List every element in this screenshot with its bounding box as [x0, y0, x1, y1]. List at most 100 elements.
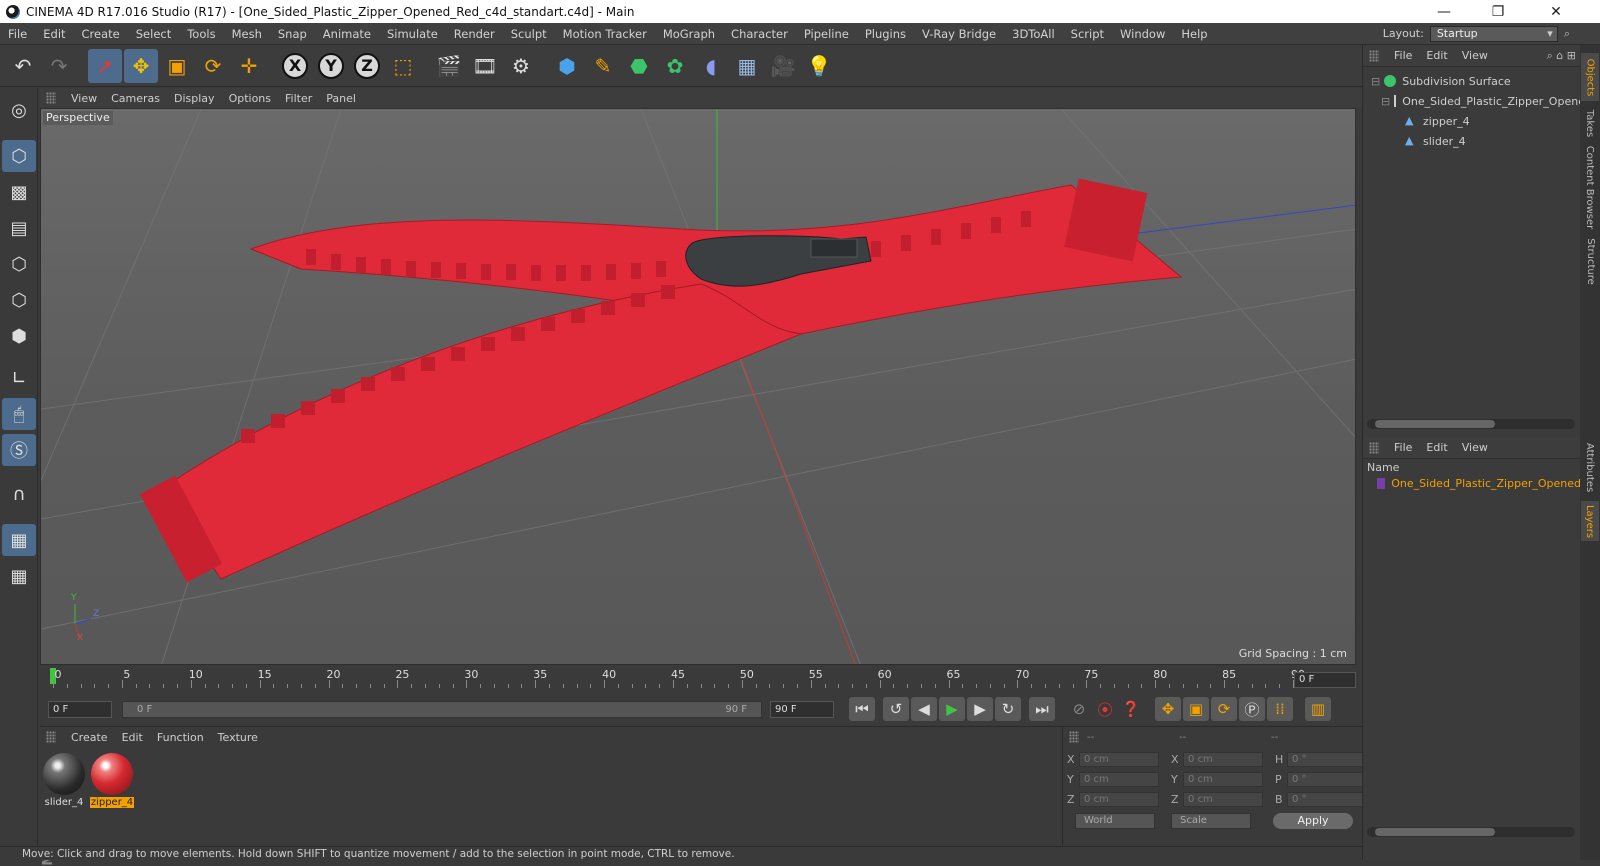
tab-objects[interactable]: Objects — [1581, 53, 1599, 101]
menu-character[interactable]: Character — [723, 23, 796, 45]
tab-structure[interactable]: Structure — [1581, 233, 1599, 289]
layers-menu-file[interactable]: File — [1387, 441, 1419, 454]
camera-label[interactable]: Perspective — [43, 111, 113, 125]
position-y-field[interactable]: 0 cm — [1079, 772, 1159, 787]
tweak-mode-icon[interactable]: 🖱 — [2, 398, 36, 430]
panel-grip-icon[interactable] — [1369, 49, 1379, 62]
rotation-h-field[interactable]: 0 ° — [1287, 752, 1367, 767]
layout-dropdown[interactable]: Startup — [1429, 25, 1558, 42]
objects-menu-file[interactable]: File — [1387, 49, 1419, 62]
object-row-zipper[interactable]: ▲ zipper_4 — [1363, 111, 1581, 131]
solo-mode-icon[interactable]: Ⓢ — [2, 434, 36, 466]
object-row-zipper-null[interactable]: ⊟ One_Sided_Plastic_Zipper_Opened — [1363, 91, 1592, 111]
panel-grip-icon[interactable] — [1369, 441, 1379, 454]
restore-icon[interactable]: ❐ — [1476, 0, 1520, 23]
range-slider-track[interactable]: 0 F 90 F — [122, 700, 762, 718]
go-to-end-icon[interactable]: ⏭ — [1029, 697, 1055, 721]
material-name[interactable]: slider_4 — [42, 797, 86, 808]
x-axis-lock-button[interactable]: X — [278, 49, 312, 83]
layers-menu-view[interactable]: View — [1455, 441, 1495, 454]
size-mode-dropdown[interactable]: Scale — [1171, 813, 1251, 829]
menu-snap[interactable]: Snap — [270, 23, 315, 45]
objects-menu-edit[interactable]: Edit — [1419, 49, 1454, 62]
tab-layers[interactable]: Layers — [1581, 501, 1599, 541]
redo-icon[interactable]: ↷ — [42, 49, 76, 83]
position-x-field[interactable]: 0 cm — [1079, 752, 1159, 767]
rotate-tool-icon[interactable]: ⟳ — [196, 49, 230, 83]
object-manager-scrollbar[interactable] — [1367, 419, 1575, 429]
render-settings-icon[interactable]: ⚙ — [504, 49, 538, 83]
cube-primitive-icon[interactable]: ⬢ — [550, 49, 584, 83]
object-name[interactable]: Subdivision Surface — [1402, 75, 1510, 88]
menu-help[interactable]: Help — [1173, 23, 1215, 45]
menu-3dtoall[interactable]: 3DToAll — [1004, 23, 1063, 45]
coordinate-space-dropdown[interactable]: World — [1075, 813, 1155, 829]
timeline-ruler[interactable]: 051015202530354045505560657075808590 0 F — [40, 666, 1362, 694]
pen-spline-icon[interactable]: ✎ — [586, 49, 620, 83]
menu-edit[interactable]: Edit — [35, 23, 73, 45]
move-tool-icon[interactable]: ✥ — [124, 48, 158, 83]
undo-icon[interactable]: ↶ — [6, 49, 40, 83]
render-view-icon[interactable]: 🎬 — [432, 49, 466, 83]
previous-key-icon[interactable]: ↺ — [883, 697, 909, 721]
scale-tool-icon[interactable]: ▣ — [160, 49, 194, 83]
current-frame-field[interactable]: 0 F — [1294, 672, 1356, 688]
z-axis-lock-button[interactable]: Z — [350, 49, 384, 83]
material-zipper[interactable]: zipper_4 — [90, 753, 134, 808]
end-frame-field[interactable]: 90 F — [770, 700, 834, 718]
menu-animate[interactable]: Animate — [315, 23, 379, 45]
material-menu-edit[interactable]: Edit — [115, 731, 150, 744]
object-row-subdivision[interactable]: ⊟ Subdivision Surface — [1363, 71, 1581, 91]
home-icon[interactable]: ⌂ — [1556, 49, 1563, 62]
auto-keying-icon[interactable]: ⦿ — [1092, 697, 1118, 721]
menu-vray-bridge[interactable]: V-Ray Bridge — [914, 23, 1004, 45]
menu-file[interactable]: File — [0, 23, 35, 45]
object-name[interactable]: zipper_4 — [1423, 115, 1470, 128]
transform-tool-icon[interactable]: ✛ — [232, 49, 266, 83]
subdivision-surface-icon[interactable]: ⬣ — [622, 49, 656, 83]
panel-grip-icon[interactable] — [1069, 731, 1079, 743]
minimize-icon[interactable]: — — [1422, 0, 1466, 23]
key-parameter-icon[interactable]: Ⓟ — [1239, 697, 1265, 721]
material-preview-ball[interactable] — [91, 753, 133, 795]
menu-tools[interactable]: Tools — [179, 23, 223, 45]
camera-object-icon[interactable]: 🎥 — [766, 49, 800, 83]
menu-create[interactable]: Create — [74, 23, 128, 45]
menu-plugins[interactable]: Plugins — [857, 23, 914, 45]
object-name[interactable]: One_Sided_Plastic_Zipper_Opened — [1402, 95, 1592, 108]
menu-select[interactable]: Select — [128, 23, 179, 45]
objects-menu-view[interactable]: View — [1455, 49, 1495, 62]
points-mode-icon[interactable]: ⬡ — [2, 248, 36, 280]
texture-mode-icon[interactable]: ▩ — [2, 176, 36, 208]
apply-button[interactable]: Apply — [1273, 813, 1353, 829]
live-selection-icon[interactable]: ➚ — [88, 48, 122, 83]
go-to-start-icon[interactable]: ⏮ — [849, 697, 875, 721]
make-editable-icon[interactable]: ◎ — [2, 94, 36, 126]
play-forward-icon[interactable]: ▶ — [939, 697, 965, 721]
menu-window[interactable]: Window — [1112, 23, 1173, 45]
search-icon[interactable]: ⌕ — [1564, 27, 1570, 41]
record-keys-icon[interactable]: ⊘ — [1066, 697, 1092, 721]
material-menu-function[interactable]: Function — [150, 731, 211, 744]
snap-magnet-icon[interactable]: ∩ — [2, 478, 36, 510]
material-menu-texture[interactable]: Texture — [211, 731, 265, 744]
workplane-lock-icon[interactable]: ▦ — [2, 524, 36, 556]
panel-grip-icon[interactable] — [46, 731, 56, 743]
rotation-b-field[interactable]: 0 ° — [1287, 792, 1367, 807]
3d-viewport[interactable]: Perspective Y Z X Grid Spacing : 1 cm — [40, 108, 1356, 665]
layers-menu-edit[interactable]: Edit — [1419, 441, 1454, 454]
model-mode-icon[interactable]: ⬡ — [2, 140, 36, 172]
viewport-menu-view[interactable]: View — [64, 92, 104, 105]
key-scale-icon[interactable]: ▣ — [1183, 697, 1209, 721]
planar-workplane-icon[interactable]: ▦ — [2, 560, 36, 592]
start-frame-field[interactable]: 0 F — [48, 700, 112, 718]
material-menu-create[interactable]: Create — [64, 731, 115, 744]
tab-attributes[interactable]: Attributes — [1581, 437, 1599, 497]
object-row-slider[interactable]: ▲ slider_4 — [1363, 131, 1581, 151]
object-name[interactable]: slider_4 — [1423, 135, 1466, 148]
axis-mode-icon[interactable]: ∟ — [2, 362, 36, 394]
light-object-icon[interactable]: 💡 — [802, 49, 836, 83]
edges-mode-icon[interactable]: ⬡ — [2, 284, 36, 316]
frame-ruler[interactable]: 051015202530354045505560657075808590 — [50, 668, 1305, 690]
position-z-field[interactable]: 0 cm — [1079, 792, 1159, 807]
